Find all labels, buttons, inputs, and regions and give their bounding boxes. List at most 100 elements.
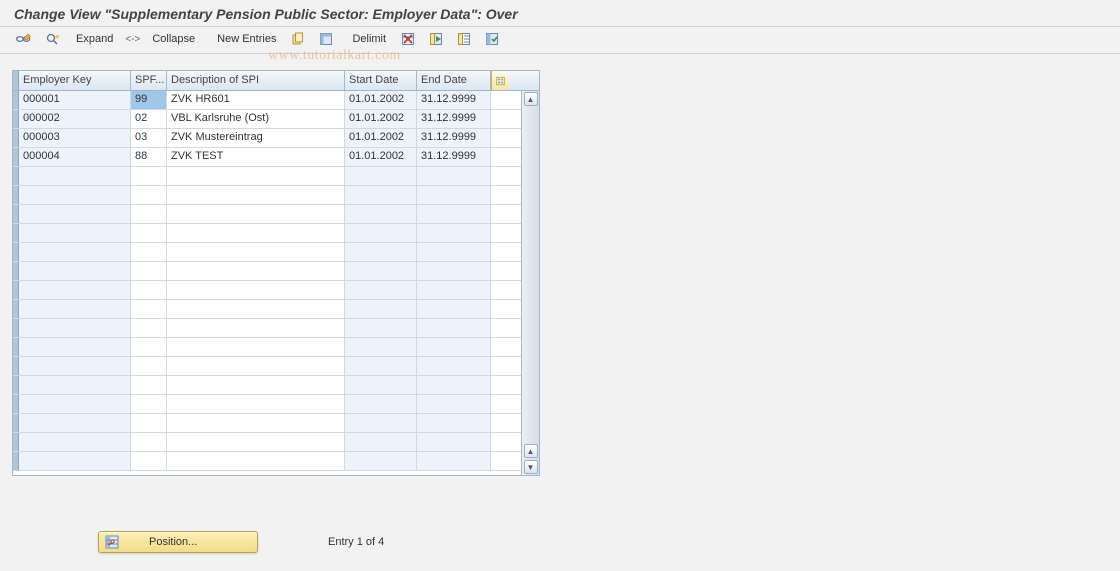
table-row[interactable] xyxy=(13,376,521,395)
cell-start-date[interactable] xyxy=(345,186,417,204)
cell-description[interactable] xyxy=(167,205,345,223)
header-description[interactable]: Description of SPI xyxy=(167,71,345,90)
cell-spf[interactable] xyxy=(131,224,167,242)
cell-end-date[interactable] xyxy=(417,414,491,432)
cell-spf[interactable] xyxy=(131,205,167,223)
cell-end-date[interactable] xyxy=(417,433,491,451)
table-row[interactable]: 000003 03 ZVK Mustereintrag 01.01.2002 3… xyxy=(13,129,521,148)
header-spf[interactable]: SPF... xyxy=(131,71,167,90)
cell-spf[interactable]: 88 xyxy=(131,148,167,166)
cell-end-date[interactable]: 31.12.9999 xyxy=(417,91,491,109)
cell-end-date[interactable] xyxy=(417,395,491,413)
cell-description[interactable] xyxy=(167,243,345,261)
cell-spf[interactable] xyxy=(131,167,167,185)
cell-spf[interactable]: 02 xyxy=(131,110,167,128)
cell-description[interactable] xyxy=(167,300,345,318)
cell-description[interactable] xyxy=(167,357,345,375)
vertical-scrollbar[interactable]: ▲ ▲ ▼ xyxy=(521,91,539,475)
cell-description[interactable] xyxy=(167,452,345,470)
scroll-down-button[interactable]: ▲ xyxy=(524,444,538,458)
cell-description[interactable] xyxy=(167,376,345,394)
cell-start-date[interactable] xyxy=(345,395,417,413)
cell-start-date[interactable] xyxy=(345,300,417,318)
delete-button[interactable] xyxy=(396,29,420,49)
cell-spf[interactable]: 99 xyxy=(131,91,167,109)
collapse-button[interactable]: Collapse xyxy=(146,29,201,49)
copy-as-button[interactable] xyxy=(286,29,310,49)
cell-start-date[interactable] xyxy=(345,357,417,375)
table-row[interactable] xyxy=(13,319,521,338)
cell-description[interactable] xyxy=(167,433,345,451)
cell-end-date[interactable] xyxy=(417,300,491,318)
table-row[interactable] xyxy=(13,300,521,319)
cell-spf[interactable]: 03 xyxy=(131,129,167,147)
cell-employer-key[interactable] xyxy=(19,224,131,242)
cell-employer-key[interactable]: 000004 xyxy=(19,148,131,166)
cell-description[interactable] xyxy=(167,338,345,356)
position-button[interactable]: Position... xyxy=(98,531,258,553)
table-row[interactable] xyxy=(13,224,521,243)
cell-employer-key[interactable] xyxy=(19,167,131,185)
cell-end-date[interactable] xyxy=(417,376,491,394)
cell-spf[interactable] xyxy=(131,414,167,432)
column-config-button[interactable] xyxy=(480,29,504,49)
table-row[interactable]: 000001 99 ZVK HR601 01.01.2002 31.12.999… xyxy=(13,91,521,110)
cell-employer-key[interactable] xyxy=(19,319,131,337)
cell-employer-key[interactable] xyxy=(19,262,131,280)
cell-description[interactable] xyxy=(167,224,345,242)
new-entries-button[interactable]: New Entries xyxy=(211,29,282,49)
cell-employer-key[interactable] xyxy=(19,243,131,261)
table-row[interactable]: 000002 02 VBL Karlsruhe (Ost) 01.01.2002… xyxy=(13,110,521,129)
cell-end-date[interactable] xyxy=(417,224,491,242)
cell-description[interactable] xyxy=(167,167,345,185)
cell-start-date[interactable] xyxy=(345,433,417,451)
toggle-display-button[interactable] xyxy=(10,29,36,49)
cell-employer-key[interactable] xyxy=(19,433,131,451)
cell-start-date[interactable] xyxy=(345,319,417,337)
cell-spf[interactable] xyxy=(131,319,167,337)
cell-end-date[interactable] xyxy=(417,338,491,356)
cell-employer-key[interactable] xyxy=(19,376,131,394)
cell-description[interactable] xyxy=(167,262,345,280)
cell-end-date[interactable] xyxy=(417,262,491,280)
cell-employer-key[interactable] xyxy=(19,452,131,470)
cell-employer-key[interactable]: 000001 xyxy=(19,91,131,109)
cell-start-date[interactable]: 01.01.2002 xyxy=(345,91,417,109)
deselect-all-button[interactable] xyxy=(452,29,476,49)
cell-employer-key[interactable] xyxy=(19,186,131,204)
cell-employer-key[interactable]: 000003 xyxy=(19,129,131,147)
cell-start-date[interactable] xyxy=(345,167,417,185)
cell-description[interactable] xyxy=(167,319,345,337)
cell-spf[interactable] xyxy=(131,300,167,318)
cell-description[interactable]: ZVK TEST xyxy=(167,148,345,166)
header-start-date[interactable]: Start Date xyxy=(345,71,417,90)
cell-spf[interactable] xyxy=(131,338,167,356)
cell-description[interactable]: ZVK Mustereintrag xyxy=(167,129,345,147)
cell-employer-key[interactable] xyxy=(19,281,131,299)
cell-description[interactable] xyxy=(167,281,345,299)
table-settings-button[interactable] xyxy=(491,71,509,90)
cell-start-date[interactable] xyxy=(345,243,417,261)
cell-start-date[interactable] xyxy=(345,376,417,394)
table-row[interactable] xyxy=(13,414,521,433)
cell-employer-key[interactable] xyxy=(19,395,131,413)
cell-start-date[interactable] xyxy=(345,338,417,356)
cell-end-date[interactable] xyxy=(417,281,491,299)
cell-start-date[interactable] xyxy=(345,262,417,280)
cell-description[interactable]: ZVK HR601 xyxy=(167,91,345,109)
table-row[interactable] xyxy=(13,357,521,376)
cell-employer-key[interactable] xyxy=(19,300,131,318)
cell-employer-key[interactable] xyxy=(19,357,131,375)
cell-start-date[interactable]: 01.01.2002 xyxy=(345,110,417,128)
find-button[interactable] xyxy=(40,29,66,49)
cell-start-date[interactable]: 01.01.2002 xyxy=(345,129,417,147)
cell-start-date[interactable] xyxy=(345,205,417,223)
cell-end-date[interactable] xyxy=(417,186,491,204)
cell-spf[interactable] xyxy=(131,433,167,451)
cell-spf[interactable] xyxy=(131,262,167,280)
table-row[interactable]: 000004 88 ZVK TEST 01.01.2002 31.12.9999 xyxy=(13,148,521,167)
cell-employer-key[interactable] xyxy=(19,338,131,356)
expand-button[interactable]: Expand xyxy=(70,29,119,49)
cell-employer-key[interactable] xyxy=(19,205,131,223)
table-row[interactable] xyxy=(13,452,521,471)
